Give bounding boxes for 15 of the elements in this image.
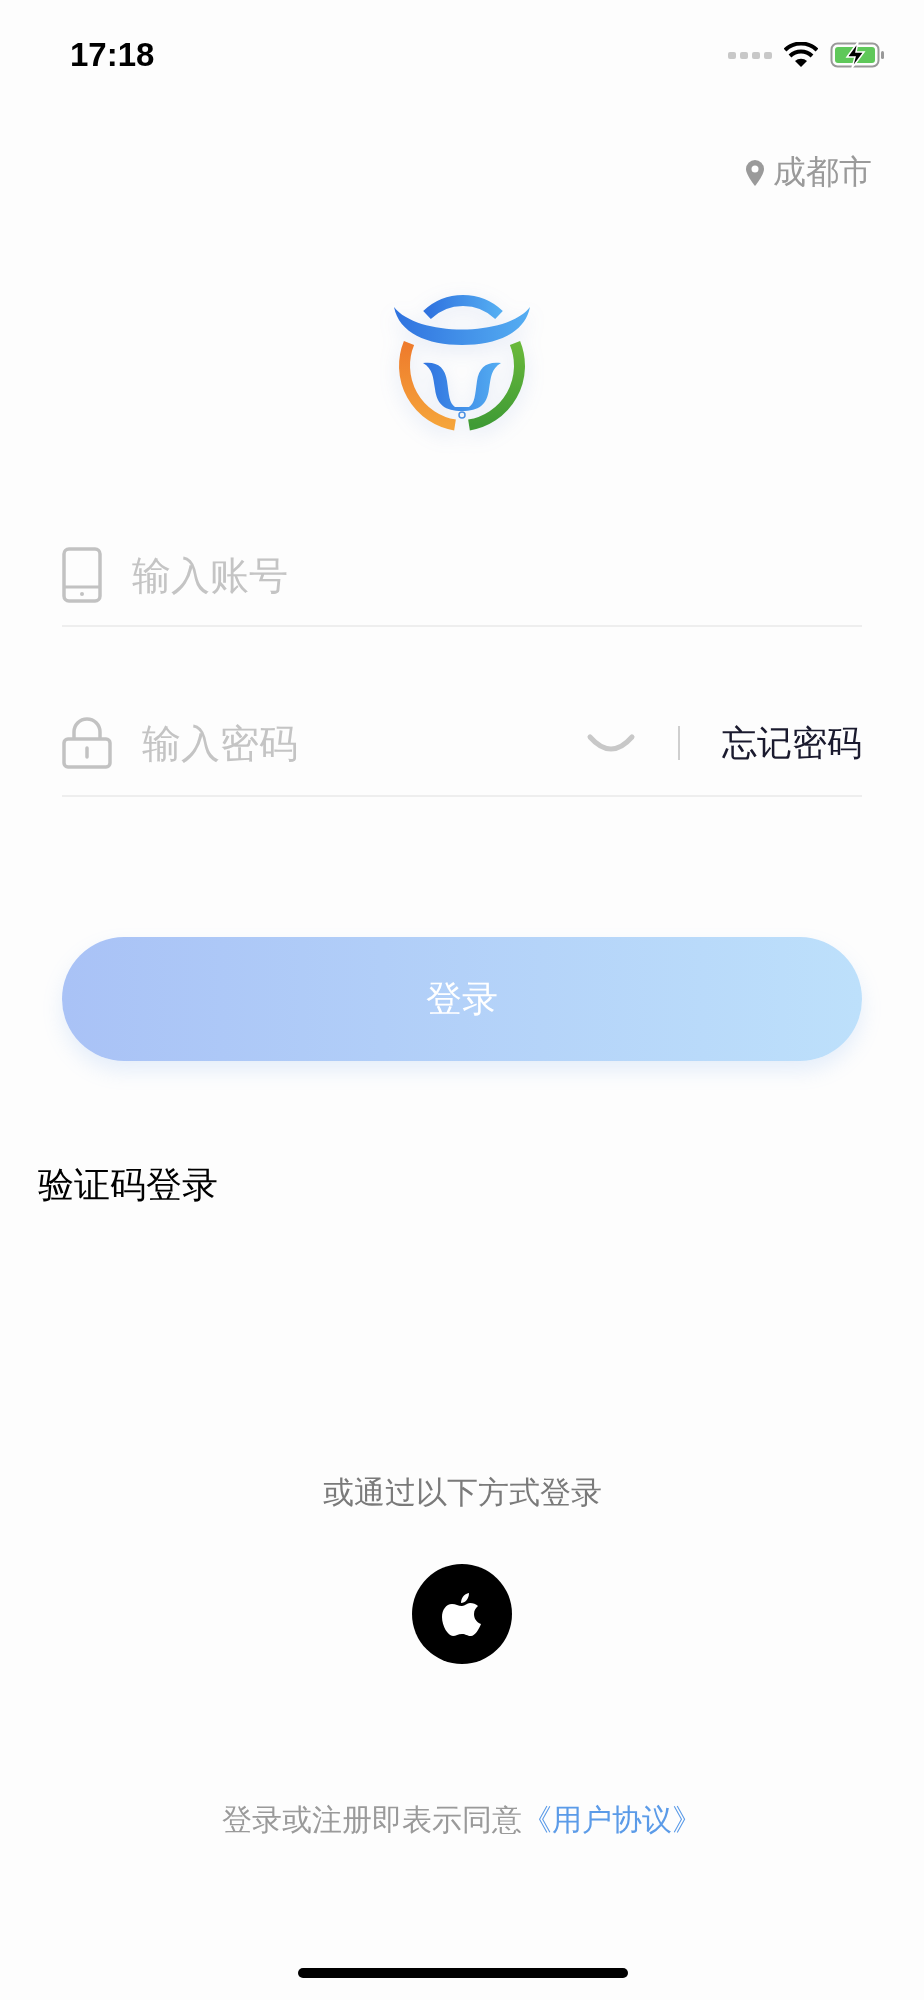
location-pin-icon	[745, 158, 765, 187]
agreement-text: 登录或注册即表示同意《用户协议》	[222, 1801, 702, 1839]
account-input[interactable]: 输入账号	[132, 552, 862, 598]
signal-icon	[728, 50, 772, 60]
lock-icon	[62, 717, 112, 769]
alt-login-label: 或通过以下方式登录	[321, 1473, 603, 1512]
status-time: 17:18	[70, 36, 155, 74]
password-input[interactable]: 输入密码	[142, 720, 556, 766]
city-label[interactable]: 成都市	[773, 150, 872, 195]
apple-icon	[442, 1591, 482, 1637]
forgot-password-link[interactable]: 忘记密码	[722, 719, 862, 767]
phone-icon	[62, 547, 102, 603]
code-login-link[interactable]: 验证码登录	[38, 1161, 218, 1210]
wifi-icon	[784, 42, 818, 68]
user-agreement-link[interactable]: 《用户协议》	[522, 1802, 702, 1837]
